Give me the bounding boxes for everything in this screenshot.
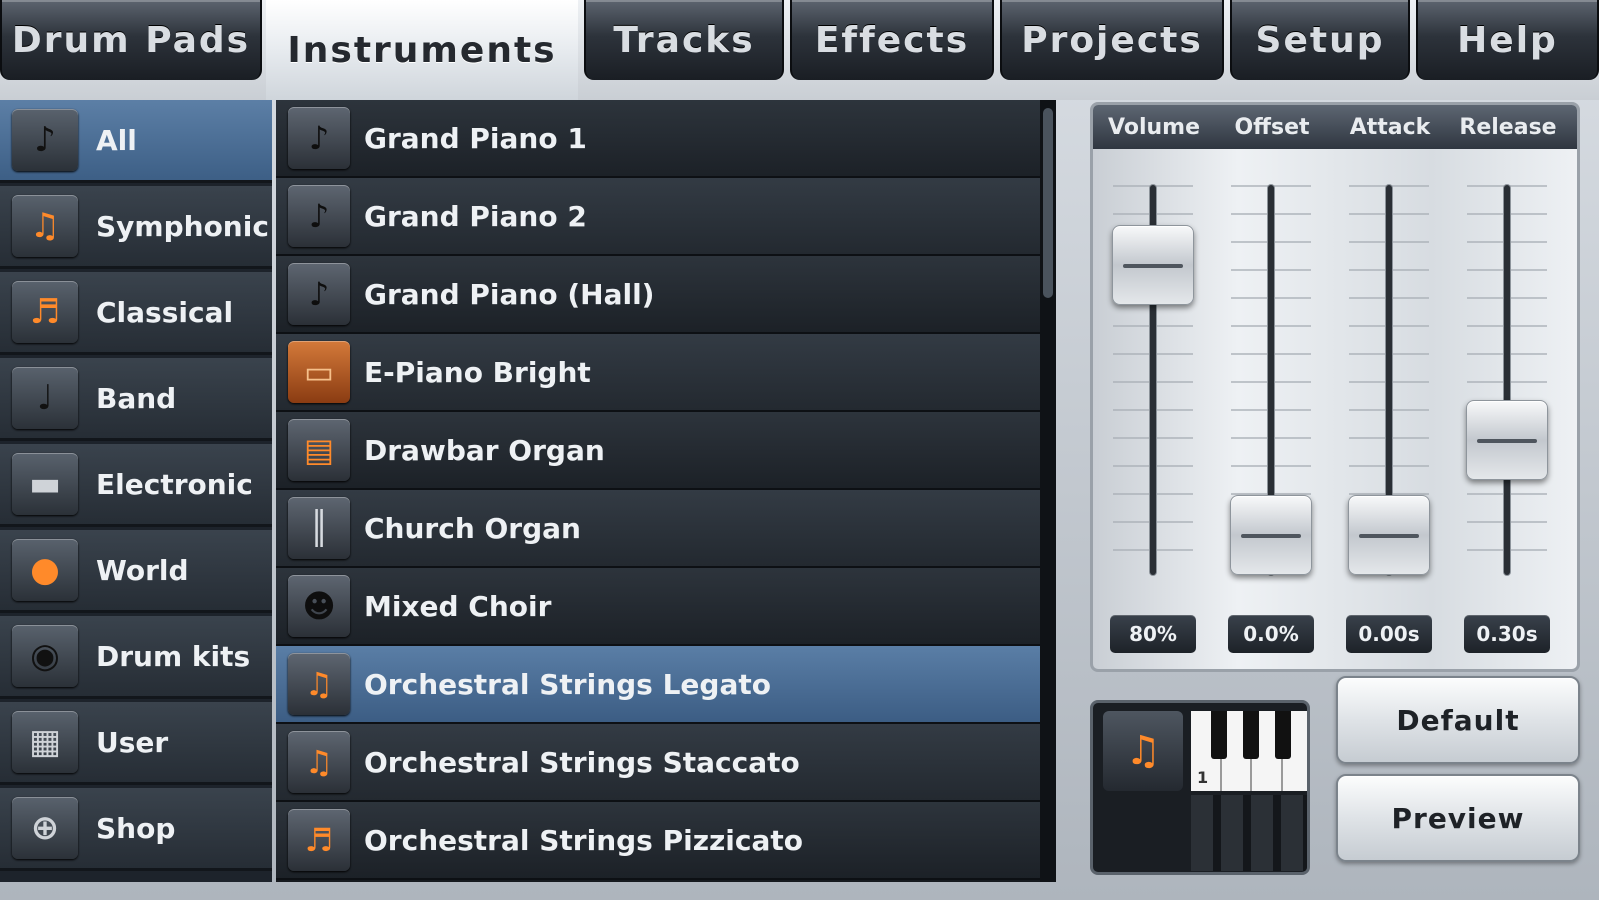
category-item-world[interactable]: ● World [0,530,272,613]
category-item-drum-kits[interactable]: ◉ Drum kits [0,616,272,699]
instrument-list: ♪ Grand Piano 1 ♪ Grand Piano 2 ♪ Grand … [276,100,1046,882]
instrument-label: Grand Piano 2 [364,199,587,233]
strings-icon: ♫ [288,731,350,793]
volume-slider-knob[interactable] [1112,225,1194,305]
instrument-label: Orchestral Strings Staccato [364,745,800,779]
category-item-all[interactable]: ♪ All [0,100,272,183]
instrument-row-selected[interactable]: ♫ Orchestral Strings Legato [276,646,1046,724]
instrument-label: Grand Piano (Hall) [364,277,655,311]
default-button[interactable]: Default [1336,676,1580,764]
offset-value: 0.0% [1228,615,1314,653]
instrument-row[interactable]: ♬ Orchestral Strings Pizzicato [276,802,1046,880]
strings-icon: ♬ [288,809,350,871]
e-piano-icon: ▭ [288,341,350,403]
instrument-row[interactable]: ▤ Drawbar Organ [276,412,1046,490]
instrument-row[interactable]: ║ Church Organ [276,490,1046,568]
tab-tracks[interactable]: Tracks [584,0,784,80]
organ-icon: ▤ [288,419,350,481]
grand-piano-icon: ♪ [288,185,350,247]
instrument-label: Church Organ [364,511,581,545]
pipe-organ-icon: ║ [288,497,350,559]
category-label: User [96,725,169,759]
slider-label-offset: Offset [1234,114,1310,140]
category-label: Band [96,381,177,415]
category-label: Electronic [96,467,253,501]
slider-label-release: Release [1459,114,1557,140]
instrument-row[interactable]: ♫ Orchestral Strings Staccato [276,724,1046,802]
slider-label-volume: Volume [1108,114,1200,140]
key-label: 1 [1197,768,1209,787]
category-label: All [96,123,137,157]
synth-icon: ▬ [12,453,78,515]
instrument-label: Grand Piano 1 [364,121,587,155]
instrument-label: Mixed Choir [364,589,552,623]
instrument-row[interactable]: ♪ Grand Piano 1 [276,100,1046,178]
category-item-electronic[interactable]: ▬ Electronic [0,444,272,527]
release-slider-knob[interactable] [1466,400,1548,480]
strings-icon: ♫ [1103,711,1183,791]
grand-piano-icon: ♪ [288,263,350,325]
category-sidebar: ♪ All ♫ Symphonic ♬ Classical ♩ Band ▬ E… [0,100,272,882]
category-label: Symphonic [96,209,269,243]
instrument-row[interactable]: ♪ Grand Piano (Hall) [276,256,1046,334]
instrument-row[interactable]: ☻ Mixed Choir [276,568,1046,646]
category-item-band[interactable]: ♩ Band [0,358,272,441]
violin-icon: ♬ [12,281,78,343]
instrument-label: E-Piano Bright [364,355,591,389]
slider-label-attack: Attack [1349,114,1431,140]
preview-keyboard-panel: ♫ 1 [1090,700,1310,875]
black-key[interactable] [1275,711,1291,759]
preview-button[interactable]: Preview [1336,774,1580,862]
tab-drum-pads[interactable]: Drum Pads [0,0,262,80]
offset-slider-knob[interactable] [1230,495,1312,575]
instrument-list-scrollbar[interactable] [1040,100,1056,882]
keyboard-reflection [1191,795,1307,871]
release-value: 0.30s [1464,615,1550,653]
volume-value: 80% [1110,615,1196,653]
mini-keyboard[interactable]: 1 [1191,711,1307,791]
instrument-row[interactable]: ▭ E-Piano Bright [276,334,1046,412]
drum-icon: ● [12,539,78,601]
instrument-label: Drawbar Organ [364,433,605,467]
instrument-row[interactable]: ♪ Grand Piano 2 [276,178,1046,256]
category-item-user[interactable]: ▦ User [0,702,272,785]
tab-effects[interactable]: Effects [790,0,994,80]
attack-slider-knob[interactable] [1348,495,1430,575]
category-item-symphonic[interactable]: ♫ Symphonic [0,186,272,269]
instrument-label: Orchestral Strings Pizzicato [364,823,804,857]
tab-projects[interactable]: Projects [1000,0,1224,80]
guitar-icon: ♩ [12,367,78,429]
choir-icon: ☻ [288,575,350,637]
keyboard-icon: ▦ [12,711,78,773]
category-item-classical[interactable]: ♬ Classical [0,272,272,355]
strings-icon: ♫ [288,653,350,715]
mixer-header: Volume Offset Attack Release [1093,105,1577,149]
cart-icon: ⊕ [12,797,78,859]
slider-track-release[interactable] [1504,185,1510,575]
category-label: Classical [96,295,234,329]
instrument-label: Orchestral Strings Legato [364,667,771,701]
grand-piano-icon: ♪ [12,109,78,171]
tab-help[interactable]: Help [1416,0,1599,80]
black-key[interactable] [1243,711,1259,759]
drum-kit-icon: ◉ [12,625,78,687]
category-label: World [96,553,189,587]
tab-setup[interactable]: Setup [1230,0,1410,80]
tab-bar: Drum Pads Instruments Tracks Effects Pro… [0,0,1599,100]
category-label: Shop [96,811,176,845]
violin-icon: ♫ [12,195,78,257]
category-item-shop[interactable]: ⊕ Shop [0,788,272,871]
black-key[interactable] [1211,711,1227,759]
scroll-thumb[interactable] [1043,108,1053,298]
category-label: Drum kits [96,639,251,673]
tab-instruments[interactable]: Instruments [266,0,578,100]
attack-value: 0.00s [1346,615,1432,653]
grand-piano-icon: ♪ [288,107,350,169]
mixer-panel: Volume Offset Attack Release 80% 0.0% 0.… [1090,102,1580,672]
